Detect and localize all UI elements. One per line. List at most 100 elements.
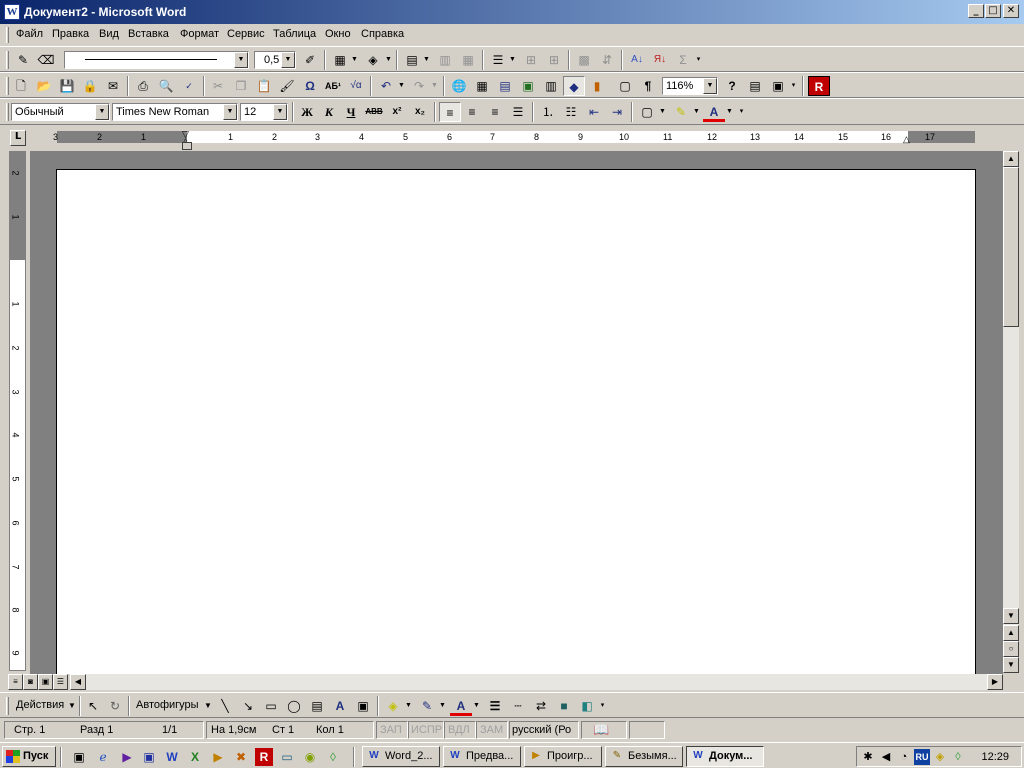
print-layout-icon[interactable]: ▣	[38, 674, 53, 690]
normal-view-icon[interactable]: ≡	[8, 674, 23, 690]
style-combo[interactable]: Обычный ▼	[11, 103, 110, 121]
chevron-down-icon[interactable]: ▼	[223, 104, 237, 120]
menu-tools[interactable]: Сервис	[227, 28, 265, 40]
bug-icon[interactable]: ✱	[860, 749, 876, 765]
chevron-down-icon[interactable]: ▾	[737, 102, 746, 122]
scroll-thumb[interactable]	[1003, 167, 1019, 327]
chevron-down-icon[interactable]: ▼	[438, 696, 447, 716]
superscript-text-icon[interactable]: АБ¹	[322, 76, 344, 96]
split-cells-icon[interactable]: ▦	[457, 50, 479, 70]
sort-descending-icon[interactable]: Я↓	[649, 50, 671, 70]
menu-window[interactable]: Окно	[325, 28, 351, 40]
pencil-icon[interactable]: ✎	[12, 50, 34, 70]
chevron-down-icon[interactable]: ▼	[384, 50, 393, 70]
chevron-down-icon[interactable]: ▼	[234, 52, 248, 68]
menu-edit[interactable]: Правка	[52, 28, 89, 40]
chevron-down-icon[interactable]: ▼	[273, 104, 287, 120]
horizontal-ruler[interactable]: 3 2 1 1 2 3 4 5 6 7 8 9 10 11 12 13 14 1…	[53, 130, 975, 146]
dash-style-icon[interactable]: ┄	[507, 696, 529, 716]
insert-excel-icon[interactable]: ▣	[517, 76, 539, 96]
status-trk[interactable]: ИСПР	[411, 724, 442, 736]
taskbar-button-active[interactable]: W Докум...	[686, 746, 764, 767]
chevron-down-icon[interactable]: ▼	[204, 701, 212, 710]
chevron-down-icon[interactable]: ▾	[789, 76, 798, 96]
outside-border-icon[interactable]: ▢	[636, 102, 658, 122]
chevron-down-icon[interactable]: ▾	[598, 696, 607, 716]
numbering-icon[interactable]: ⒈	[537, 102, 559, 122]
bullets-icon[interactable]: ☷	[560, 102, 582, 122]
status-rec[interactable]: ЗАП	[380, 724, 402, 736]
tools-icon[interactable]: ✖	[232, 748, 250, 766]
chevron-down-icon[interactable]: ▼	[658, 102, 667, 122]
format-painter-icon[interactable]: 🖌	[276, 76, 298, 96]
chevron-down-icon[interactable]: ▼	[68, 701, 76, 710]
distribute-columns-icon[interactable]: ⊞	[543, 50, 565, 70]
clock-icon[interactable]: ◔	[896, 749, 912, 765]
chevron-down-icon[interactable]: ▼	[422, 50, 431, 70]
next-page-button[interactable]: ▼	[1003, 657, 1019, 673]
highlight-icon[interactable]: ✎	[670, 102, 692, 122]
equation-icon[interactable]: √α	[345, 76, 367, 96]
merge-cells-icon[interactable]: ▥	[434, 50, 456, 70]
chevron-down-icon[interactable]: ▼	[281, 52, 295, 68]
maximize-button[interactable]: □	[985, 4, 1001, 18]
text-direction-icon[interactable]: ⇵	[596, 50, 618, 70]
menu-help[interactable]: Справка	[361, 28, 404, 40]
tab-stop-button[interactable]: L	[10, 130, 26, 146]
show-desktop-icon[interactable]: ▣	[70, 748, 88, 766]
3d-icon[interactable]: ◧	[576, 696, 598, 716]
frame-icon[interactable]: ▣	[767, 76, 789, 96]
status-ovr[interactable]: ЗАМ	[480, 724, 503, 736]
symbol-icon[interactable]: Ω	[299, 76, 321, 96]
taskbar-button[interactable]: W Word_2...	[362, 746, 440, 767]
arrow-style-icon[interactable]: ⇄	[530, 696, 552, 716]
wordart-icon[interactable]: A	[329, 696, 351, 716]
line-icon[interactable]: ╲	[214, 696, 236, 716]
horizontal-scrollbar[interactable]: ◀ ▶	[70, 674, 1003, 690]
scroll-right-button[interactable]: ▶	[987, 674, 1003, 690]
fill-color-icon[interactable]: ◈	[362, 50, 384, 70]
player-icon[interactable]: ▶	[209, 748, 227, 766]
word-icon[interactable]: W	[163, 748, 181, 766]
vertical-ruler[interactable]: 2 1 1 2 3 4 5 6 7 8 9	[9, 151, 26, 671]
right-indent-marker[interactable]: △	[903, 134, 913, 144]
help-icon[interactable]: ?	[721, 76, 743, 96]
line-color-icon[interactable]: ✎	[416, 696, 438, 716]
document-map-icon[interactable]: ▢	[614, 76, 636, 96]
toolbar-grip[interactable]	[6, 51, 9, 69]
border-color-icon[interactable]: ✐	[299, 50, 321, 70]
vertical-scrollbar[interactable]: ▲ ▼ ▲ ○ ▼	[1003, 151, 1019, 673]
chevron-down-icon[interactable]: ▼	[508, 50, 517, 70]
excel-icon[interactable]: X	[186, 748, 204, 766]
r-addin-icon[interactable]: R	[808, 76, 830, 96]
autoshapes-menu[interactable]: Автофигуры	[136, 699, 199, 711]
eraser-icon[interactable]: ⌫	[35, 50, 57, 70]
rectangle-icon[interactable]: ▭	[260, 696, 282, 716]
chevron-down-icon[interactable]: ▾	[694, 50, 703, 70]
chevron-down-icon[interactable]: ▼	[703, 78, 717, 94]
clock[interactable]: 12:29	[981, 751, 1009, 763]
chart-icon[interactable]: ▮	[586, 76, 608, 96]
font-color-icon[interactable]: A	[703, 102, 725, 122]
columns-icon[interactable]: ▥	[540, 76, 562, 96]
internet-explorer-icon[interactable]: ℯ	[94, 748, 112, 766]
select-browse-object-button[interactable]: ○	[1003, 641, 1019, 657]
save-icon[interactable]: 💾	[56, 76, 78, 96]
fill-color-icon[interactable]: ◈	[382, 696, 404, 716]
autosum-icon[interactable]: Σ	[672, 50, 694, 70]
previous-page-button[interactable]: ▲	[1003, 625, 1019, 641]
insert-picture-icon[interactable]: ▣	[352, 696, 374, 716]
chevron-down-icon[interactable]: ▼	[350, 50, 359, 70]
taskbar-button[interactable]: W Предва...	[443, 746, 521, 767]
menu-file[interactable]: Файл	[16, 28, 43, 40]
superscript-button[interactable]: x²	[386, 102, 408, 122]
save-icon[interactable]: ▣	[140, 748, 158, 766]
chevron-down-icon[interactable]: ▼	[404, 696, 413, 716]
chevron-down-icon[interactable]: ▼	[472, 696, 481, 716]
underline-button[interactable]: Ч	[340, 102, 362, 122]
redo-icon[interactable]: ↷	[408, 76, 430, 96]
web-view-icon[interactable]: ◙	[23, 674, 38, 690]
spelling-icon[interactable]: ✓	[178, 76, 200, 96]
chevron-down-icon[interactable]: ▼	[725, 102, 734, 122]
shield-icon[interactable]: ◊	[950, 749, 966, 765]
